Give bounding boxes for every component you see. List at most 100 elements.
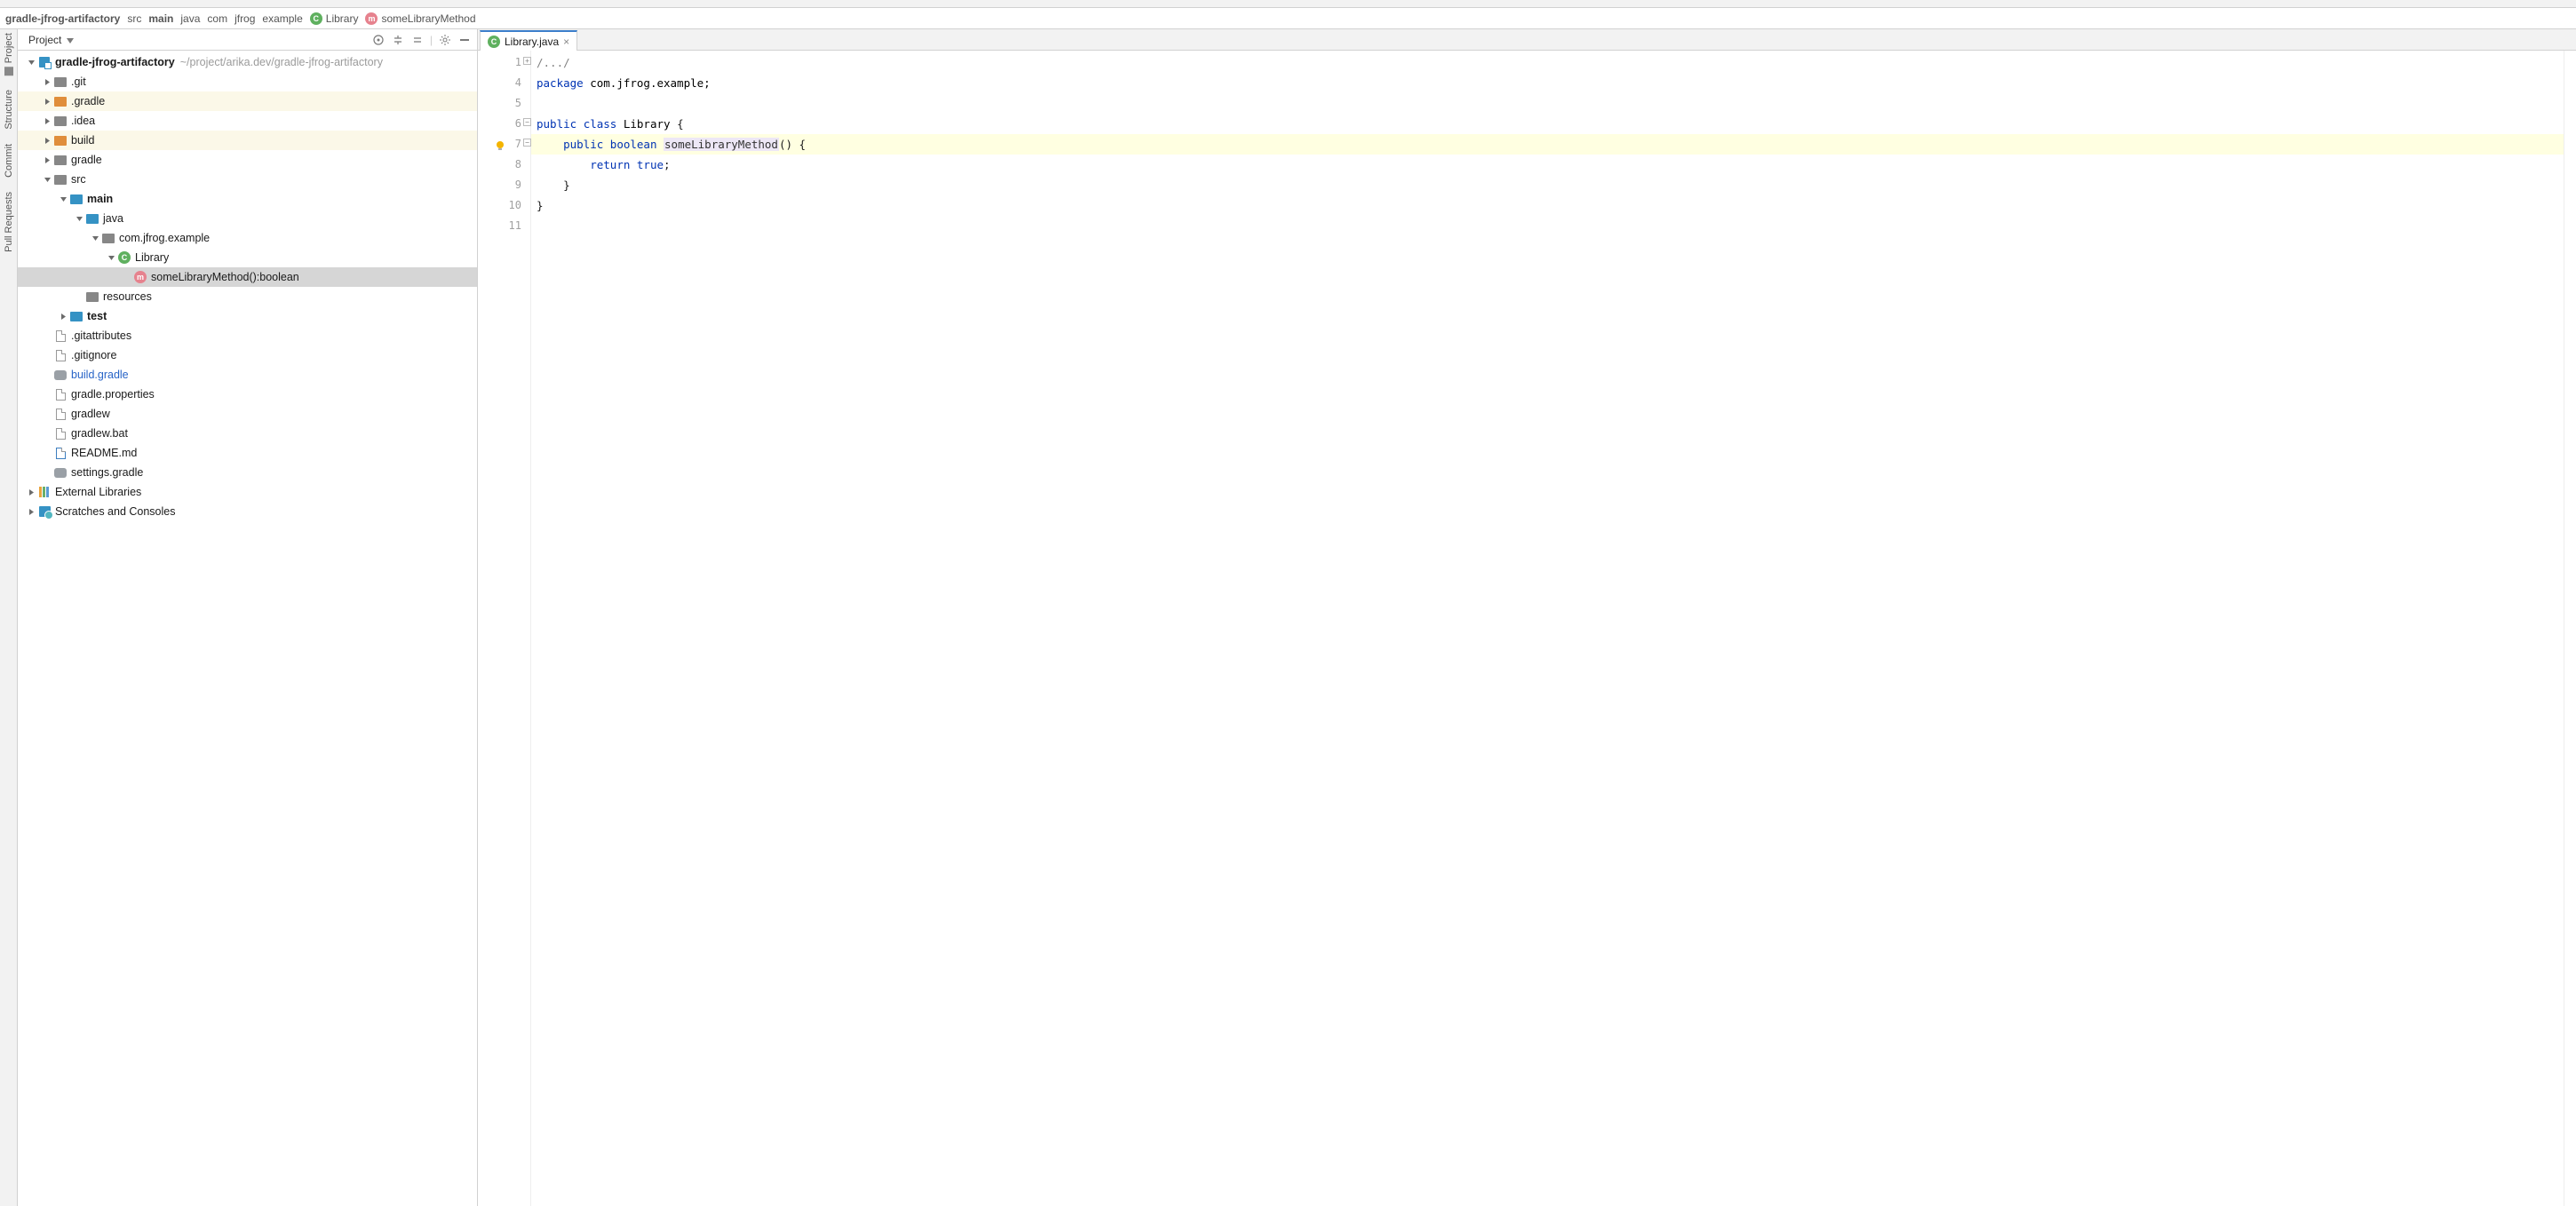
tree-node[interactable]: .gradle xyxy=(18,91,477,111)
tree-node[interactable]: .git xyxy=(18,72,477,91)
breadcrumb-label: example xyxy=(262,12,302,25)
tree-node[interactable]: gradle xyxy=(18,150,477,170)
tree-node[interactable]: README.md xyxy=(18,443,477,463)
tree-node[interactable]: gradle.properties xyxy=(18,385,477,404)
breadcrumb-item[interactable]: example xyxy=(262,12,302,25)
tree-node[interactable]: gradlew.bat xyxy=(18,424,477,443)
breadcrumb-item[interactable]: com xyxy=(207,12,227,25)
tree-node[interactable]: build xyxy=(18,131,477,150)
tree-node-label: com.jfrog.example xyxy=(119,232,210,244)
tree-twisty-icon[interactable] xyxy=(41,117,53,125)
tree-twisty-icon[interactable] xyxy=(25,59,37,67)
file-icon xyxy=(56,409,66,420)
tree-node-label: gradle xyxy=(71,154,102,166)
toolwindow-structure[interactable]: Structure xyxy=(4,90,14,130)
editor-tab-library[interactable]: C Library.java × xyxy=(480,30,577,51)
toolwindow-project[interactable]: Project xyxy=(4,33,14,75)
gutter-line[interactable]: 1+ xyxy=(478,52,530,73)
tree-node[interactable]: External Libraries xyxy=(18,482,477,502)
breadcrumb-item[interactable]: main xyxy=(148,12,173,25)
tree-twisty-icon[interactable] xyxy=(25,508,37,516)
breadcrumb-item[interactable]: msomeLibraryMethod xyxy=(365,12,475,25)
tree-twisty-icon[interactable] xyxy=(41,98,53,106)
tree-twisty-icon[interactable] xyxy=(89,234,101,242)
tree-twisty-icon[interactable] xyxy=(57,195,69,203)
breadcrumb-item[interactable]: java xyxy=(180,12,200,25)
file-icon xyxy=(56,350,66,361)
fold-toggle-icon[interactable]: − xyxy=(523,139,531,147)
code-line[interactable]: } xyxy=(531,195,2564,216)
breadcrumb-item[interactable]: jfrog xyxy=(235,12,255,25)
left-toolwindow-bar: Project Structure Commit Pull Requests xyxy=(0,29,18,1206)
tree-node-label: src xyxy=(71,173,86,186)
method-icon: m xyxy=(134,271,147,283)
folder-icon xyxy=(54,155,67,165)
gutter-line[interactable]: 11 xyxy=(478,216,530,236)
breadcrumb-item[interactable]: CLibrary xyxy=(310,12,359,25)
hide-pane-icon[interactable] xyxy=(457,33,472,47)
collapse-all-icon[interactable] xyxy=(410,33,425,47)
tree-node-label: .gitattributes xyxy=(71,329,131,342)
tree-twisty-icon[interactable] xyxy=(41,78,53,86)
project-pane-title-group[interactable]: Project xyxy=(23,34,74,46)
tree-node[interactable]: gradle-jfrog-artifactory~/project/arika.… xyxy=(18,52,477,72)
gutter-line[interactable]: 5 xyxy=(478,93,530,114)
gutter-line[interactable]: 4 xyxy=(478,73,530,93)
gutter-line[interactable]: 6− xyxy=(478,114,530,134)
tree-twisty-icon[interactable] xyxy=(41,156,53,164)
code-line[interactable] xyxy=(531,216,2564,236)
markdown-file-icon xyxy=(56,448,66,459)
tree-twisty-icon[interactable] xyxy=(25,488,37,496)
expand-all-icon[interactable] xyxy=(391,33,405,47)
locate-icon[interactable] xyxy=(371,33,386,47)
dropdown-chevron-icon xyxy=(67,34,74,46)
tree-node[interactable]: CLibrary xyxy=(18,248,477,267)
code-line[interactable]: return true; xyxy=(531,155,2564,175)
tree-twisty-icon[interactable] xyxy=(105,254,117,262)
close-tab-icon[interactable]: × xyxy=(563,36,569,48)
gutter-line[interactable]: 9 xyxy=(478,175,530,195)
tree-node[interactable]: .idea xyxy=(18,111,477,131)
tree-node[interactable]: java xyxy=(18,209,477,228)
tree-node[interactable]: main xyxy=(18,189,477,209)
tree-node[interactable]: gradlew xyxy=(18,404,477,424)
editor-gutter[interactable]: 1+456−7−891011 xyxy=(478,51,531,1206)
code-line[interactable]: /.../ xyxy=(531,52,2564,73)
tree-node[interactable]: com.jfrog.example xyxy=(18,228,477,248)
tree-node-label: gradle.properties xyxy=(71,388,155,401)
fold-toggle-icon[interactable]: − xyxy=(523,118,531,126)
code-line[interactable]: package com.jfrog.example; xyxy=(531,73,2564,93)
code-line[interactable]: public boolean someLibraryMethod() { xyxy=(531,134,2564,155)
tree-node[interactable]: test xyxy=(18,306,477,326)
code-area[interactable]: /.../package com.jfrog.example; public cl… xyxy=(531,51,2564,1206)
tree-node[interactable]: settings.gradle xyxy=(18,463,477,482)
gear-settings-icon[interactable] xyxy=(438,33,452,47)
folder-icon xyxy=(54,136,67,146)
tree-twisty-icon[interactable] xyxy=(41,176,53,184)
breadcrumb-item[interactable]: src xyxy=(127,12,141,25)
fold-toggle-icon[interactable]: + xyxy=(523,57,531,65)
tree-node-label: Scratches and Consoles xyxy=(55,505,176,518)
gradle-icon xyxy=(54,468,67,478)
tree-node[interactable]: resources xyxy=(18,287,477,306)
tree-node[interactable]: msomeLibraryMethod():boolean xyxy=(18,267,477,287)
toolwindow-pull-requests[interactable]: Pull Requests xyxy=(4,192,14,252)
tree-twisty-icon[interactable] xyxy=(73,215,85,223)
tree-node[interactable]: Scratches and Consoles xyxy=(18,502,477,521)
tree-node-label: .gitignore xyxy=(71,349,116,361)
project-tree[interactable]: gradle-jfrog-artifactory~/project/arika.… xyxy=(18,51,477,1206)
tree-node[interactable]: .gitignore xyxy=(18,345,477,365)
code-line[interactable] xyxy=(531,93,2564,114)
breadcrumb-item[interactable]: gradle-jfrog-artifactory xyxy=(5,12,120,25)
code-line[interactable]: } xyxy=(531,175,2564,195)
tree-node[interactable]: src xyxy=(18,170,477,189)
toolwindow-commit[interactable]: Commit xyxy=(4,144,14,178)
intention-bulb-icon[interactable] xyxy=(494,138,506,158)
gutter-line[interactable]: 10 xyxy=(478,195,530,216)
tree-twisty-icon[interactable] xyxy=(57,313,69,321)
code-line[interactable]: public class Library { xyxy=(531,114,2564,134)
tree-node[interactable]: .gitattributes xyxy=(18,326,477,345)
breadcrumb-label: gradle-jfrog-artifactory xyxy=(5,12,120,25)
tree-node[interactable]: build.gradle xyxy=(18,365,477,385)
tree-twisty-icon[interactable] xyxy=(41,137,53,145)
